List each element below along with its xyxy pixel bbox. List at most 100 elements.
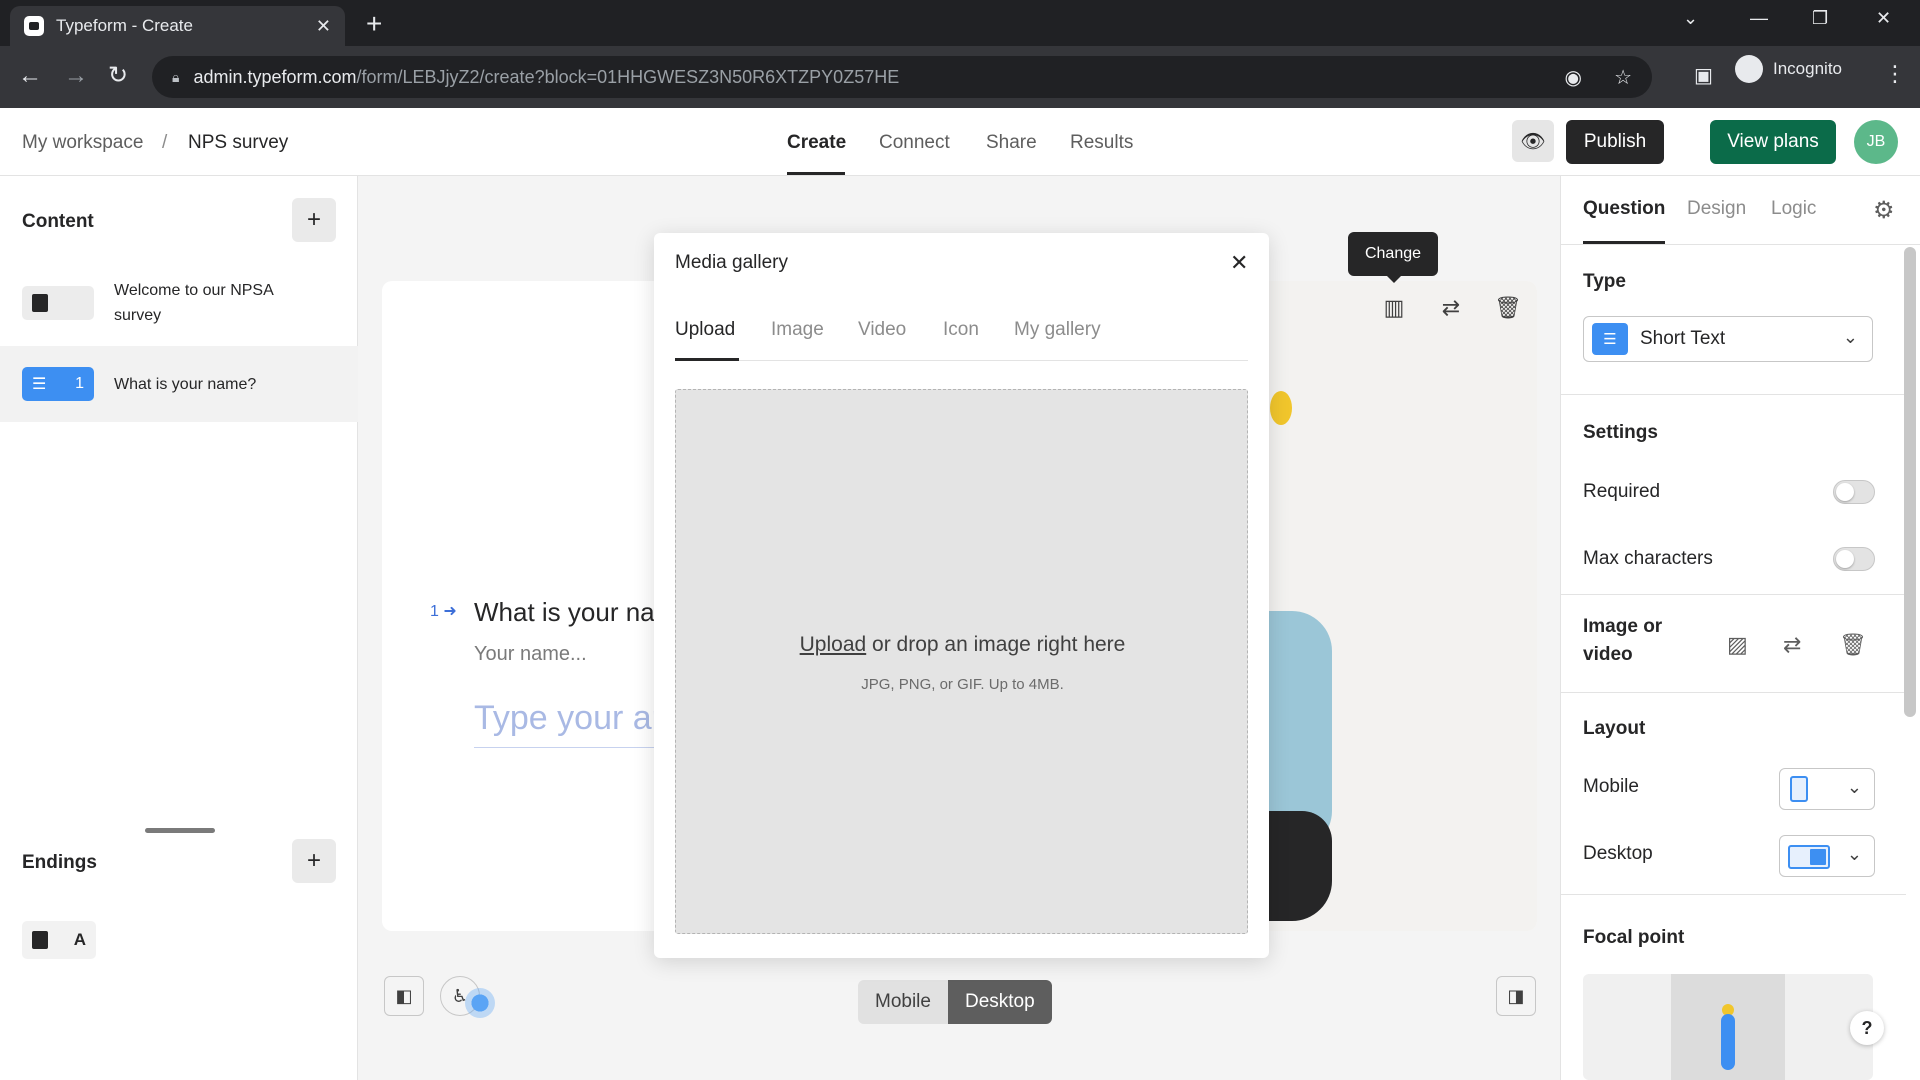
dropzone-instruction: or drop an image right here (866, 633, 1126, 656)
focal-point-label: Focal point (1583, 927, 1685, 948)
browser-menu-icon[interactable]: ⋮ (1884, 61, 1906, 87)
resize-handle[interactable] (145, 828, 215, 833)
layout-mobile-select[interactable]: ⌄ (1779, 768, 1875, 810)
breadcrumb-separator: / (162, 132, 168, 153)
minimize-icon[interactable]: — (1750, 8, 1768, 29)
focal-point-image (1671, 974, 1785, 1080)
tab-my-gallery[interactable]: My gallery (1014, 319, 1101, 341)
short-text-icon: ☰ 1 (22, 367, 94, 401)
sliders-icon[interactable]: ⇄ (1783, 632, 1801, 658)
type-label: Type (1583, 271, 1626, 292)
image-icon[interactable]: ▨ (1727, 632, 1748, 658)
preview-question-text[interactable]: What is your na (474, 597, 655, 628)
content-title: Content (22, 211, 94, 232)
endings-title: Endings (22, 852, 97, 873)
question-type-select[interactable]: ☰ Short Text ⌄ (1583, 316, 1873, 362)
gear-icon[interactable]: ⚙︎ (1873, 196, 1895, 225)
layout-mobile-label: Mobile (1583, 776, 1639, 797)
sidebar-item-welcome[interactable]: Welcome to our NPSA survey (0, 264, 358, 342)
delete-image-button[interactable]: 🗑︎ (1486, 286, 1530, 330)
tab-close-icon[interactable]: ✕ (316, 16, 331, 37)
eye-icon: 👁︎ (1520, 130, 1546, 153)
media-gallery-modal: Media gallery ✕ Upload Image Video Icon … (654, 233, 1269, 958)
tooltip-arrow (1387, 276, 1401, 283)
divider (1561, 894, 1906, 895)
tab-search-icon[interactable]: ⌄ (1683, 8, 1698, 29)
flower-image-detail (1270, 391, 1292, 425)
nav-active-underline (787, 172, 845, 175)
preview-question-description[interactable]: Your name... (474, 643, 587, 666)
question-settings-panel: Question Design Logic ⚙︎ Type ☰ Short Te… (1560, 176, 1920, 1080)
focal-point-picker[interactable] (1583, 974, 1873, 1080)
bookmark-star-icon[interactable]: ☆ (1614, 65, 1632, 90)
upload-dropzone[interactable]: Upload or drop an image right here JPG, … (675, 389, 1248, 934)
image-settings-button[interactable]: ⇄ (1429, 286, 1473, 330)
layout-desktop-select[interactable]: ⌄ (1779, 835, 1875, 877)
upload-link[interactable]: Upload (800, 633, 867, 656)
tab-logic[interactable]: Logic (1771, 198, 1816, 220)
tab-active-underline (675, 358, 739, 361)
nav-results[interactable]: Results (1070, 132, 1133, 154)
restore-icon[interactable]: ❐ (1812, 8, 1828, 29)
add-ending-button[interactable]: + (292, 839, 336, 883)
rock-image-detail (1262, 811, 1332, 921)
required-toggle[interactable] (1833, 480, 1875, 504)
incognito-icon (1735, 55, 1763, 83)
collapse-left-panel-button[interactable]: ◧ (384, 976, 424, 1016)
incognito-indicator[interactable]: Incognito (1735, 55, 1842, 83)
max-characters-toggle[interactable] (1833, 547, 1875, 571)
dropzone-text: Upload or drop an image right here (676, 633, 1249, 657)
sidebar-item-ending[interactable]: A (22, 921, 96, 959)
trash-icon[interactable]: 🗑︎ (1839, 632, 1867, 658)
publish-button[interactable]: Publish (1566, 120, 1664, 164)
trash-icon: 🗑︎ (1494, 295, 1522, 320)
browser-tab[interactable]: Typeform - Create ✕ (10, 6, 345, 46)
nav-create[interactable]: Create (787, 132, 846, 154)
forward-icon[interactable]: → (64, 64, 88, 88)
welcome-screen-icon (22, 286, 94, 320)
new-tab-icon[interactable]: + (366, 10, 382, 38)
lock-icon[interactable]: 🔒︎ (172, 69, 179, 86)
ending-icon (32, 931, 48, 949)
breadcrumb-workspace[interactable]: My workspace (22, 132, 143, 154)
layout-label: Layout (1583, 718, 1646, 739)
tracking-blocked-icon[interactable]: ◉ (1565, 65, 1582, 90)
tab-video[interactable]: Video (858, 319, 906, 341)
close-icon[interactable]: ✕ (1230, 250, 1248, 276)
reload-icon[interactable]: ↻ (108, 64, 128, 88)
device-mobile-button[interactable]: Mobile (858, 980, 948, 1024)
settings-label: Settings (1583, 422, 1658, 443)
panel-right-icon: ◨ (1507, 985, 1525, 1006)
url-host: admin.typeform.com (193, 66, 357, 87)
preview-button[interactable]: 👁︎ (1512, 120, 1554, 162)
back-icon[interactable]: ← (18, 64, 42, 88)
chevron-down-icon: ⌄ (1846, 777, 1862, 797)
content-sidebar: Content + Welcome to our NPSA survey ☰ 1… (0, 176, 358, 1080)
nav-connect[interactable]: Connect (879, 132, 950, 154)
nav-share[interactable]: Share (986, 132, 1037, 154)
sidebar-item-label: What is your name? (114, 375, 257, 393)
divider (1561, 594, 1906, 595)
device-desktop-button[interactable]: Desktop (947, 980, 1052, 1024)
breadcrumb-form[interactable]: NPS survey (188, 132, 288, 154)
help-button[interactable]: ? (1850, 1011, 1884, 1045)
divider (1561, 692, 1906, 693)
typeform-favicon-icon (24, 16, 44, 36)
change-image-button[interactable]: ▥ (1372, 286, 1416, 330)
sidebar-item-question-1[interactable]: ☰ 1 What is your name? (0, 346, 358, 422)
avatar[interactable]: JB (1854, 120, 1898, 164)
change-image-icon: ▥ (1383, 295, 1405, 320)
tab-question[interactable]: Question (1583, 198, 1665, 220)
address-bar[interactable]: 🔒︎ admin.typeform.com/form/LEBJjyZ2/crea… (152, 56, 1652, 98)
add-content-button[interactable]: + (292, 198, 336, 242)
view-plans-button[interactable]: View plans (1710, 120, 1836, 164)
tab-image[interactable]: Image (771, 319, 824, 341)
tab-icon[interactable]: Icon (943, 319, 979, 341)
ending-label: A (73, 930, 86, 949)
close-window-icon[interactable]: ✕ (1876, 8, 1891, 29)
collapse-right-panel-button[interactable]: ◨ (1496, 976, 1536, 1016)
tab-design[interactable]: Design (1687, 198, 1746, 220)
right-panel-scrollbar[interactable] (1904, 247, 1916, 717)
side-panel-icon[interactable]: ▣ (1694, 64, 1713, 88)
tab-upload[interactable]: Upload (675, 319, 735, 341)
